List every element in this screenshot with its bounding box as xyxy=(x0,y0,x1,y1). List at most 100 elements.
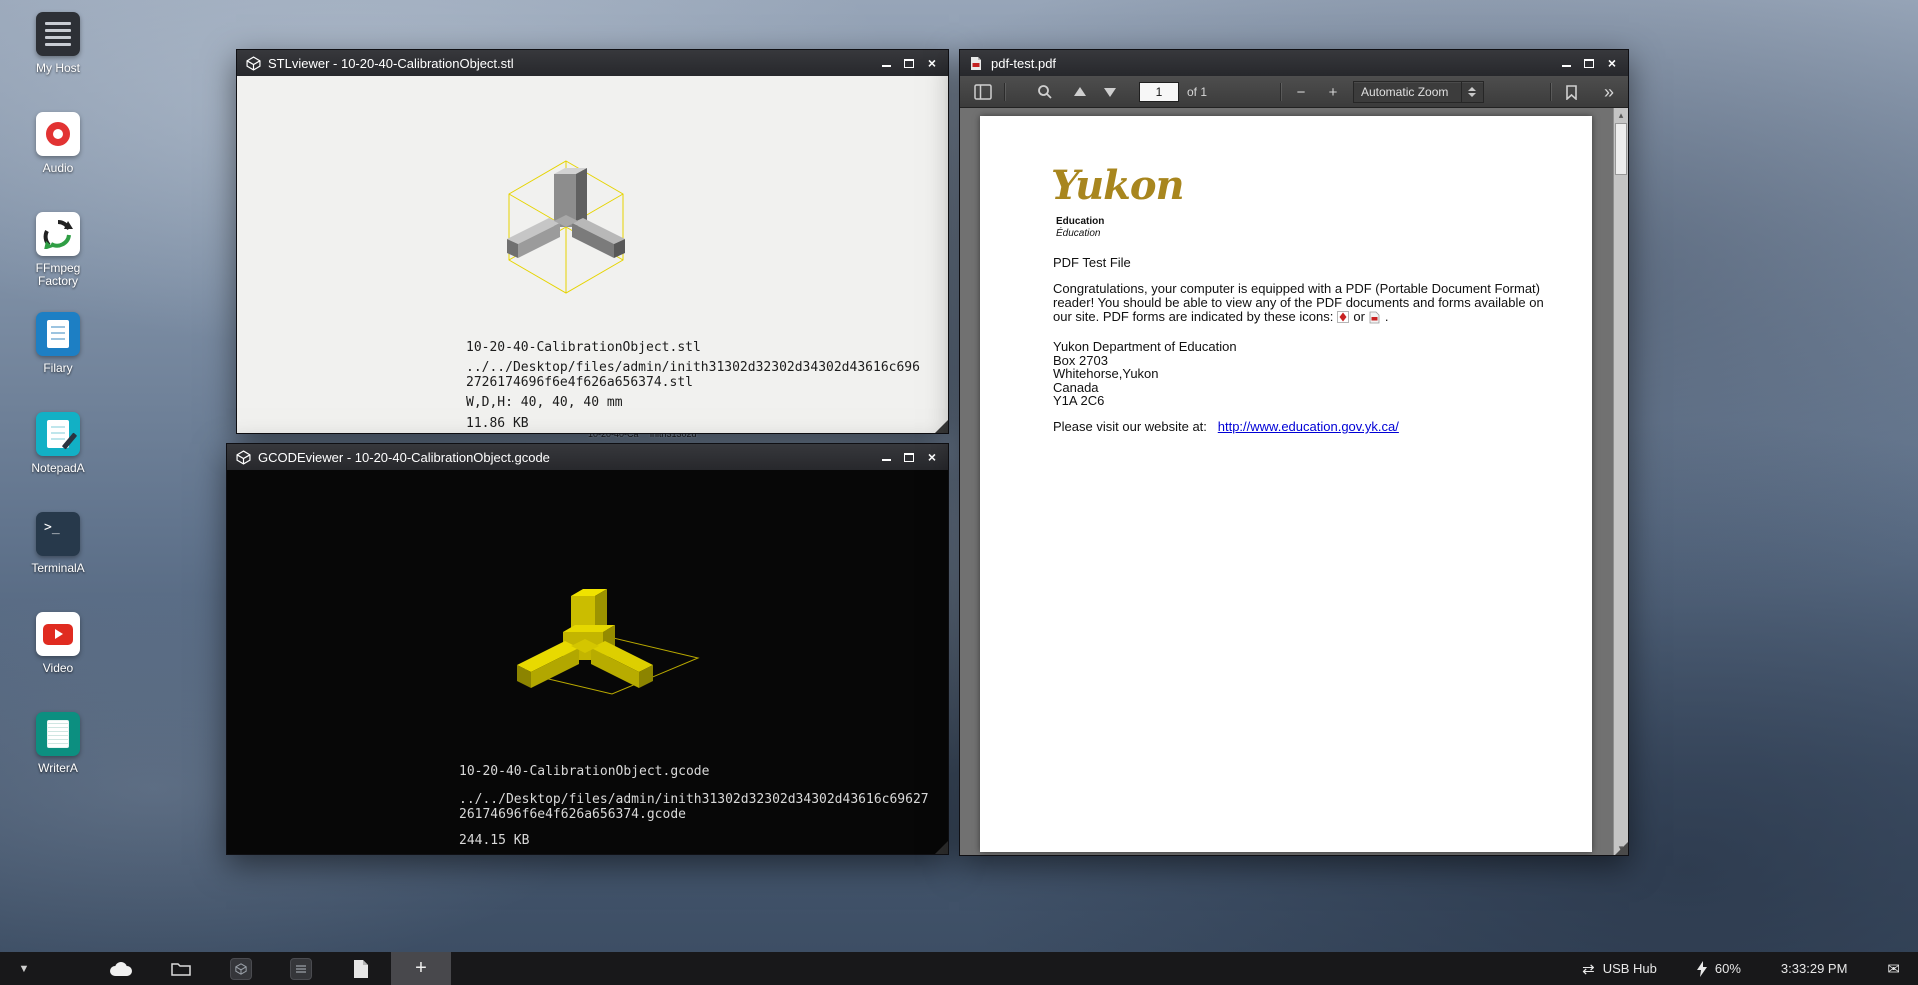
zoom-select-arrows-icon xyxy=(1461,82,1476,102)
pdf-content-area: Yukon Education Éducation PDF Test File … xyxy=(960,108,1628,855)
desktop-icon-my-host[interactable]: My Host xyxy=(12,12,104,112)
taskbar-add-button[interactable]: + xyxy=(391,952,451,985)
battery-percent: 60% xyxy=(1715,961,1741,976)
cloud-icon xyxy=(107,960,135,978)
pdf-page: Yukon Education Éducation PDF Test File … xyxy=(980,116,1592,852)
desktop-icon-label: Video xyxy=(43,662,73,675)
pdf-toolbar: of 1 − + Automatic Zoom » xyxy=(960,76,1628,108)
minimize-button[interactable] xyxy=(878,449,894,465)
desktop-icon-label: TerminalA xyxy=(31,562,84,575)
cube-icon xyxy=(235,963,247,975)
my-host-icon xyxy=(36,12,80,56)
zoom-out-button[interactable]: − xyxy=(1288,80,1314,104)
gcode-filename: 10-20-40-CalibrationObject.gcode xyxy=(459,764,709,779)
stl-3d-viewport[interactable] xyxy=(237,76,948,326)
gcode-3d-viewport[interactable] xyxy=(227,470,948,740)
desktop-icon-writera[interactable]: WriterA xyxy=(12,712,104,812)
stl-filepath-line1: ../../Desktop/files/admin/inith31302d323… xyxy=(466,360,920,375)
folder-icon xyxy=(171,961,191,977)
stl-filename: 10-20-40-CalibrationObject.stl xyxy=(466,340,701,355)
close-button[interactable]: × xyxy=(924,55,940,71)
doc-paragraph-line2: reader! You should be able to view any o… xyxy=(1053,296,1544,310)
gcode-titlebar[interactable]: GCODEviewer - 10-20-40-CalibrationObject… xyxy=(227,444,948,470)
website-link[interactable]: http://www.education.gov.yk.ca/ xyxy=(1218,419,1399,434)
website-line: Please visit our website at: http://www.… xyxy=(1053,420,1399,434)
desktop-icon-terminala[interactable]: >_ TerminalA xyxy=(12,512,104,612)
maximize-button[interactable] xyxy=(1581,55,1597,71)
layers-icon xyxy=(295,963,307,975)
maximize-button[interactable] xyxy=(901,55,917,71)
desktop-icon-label: Audio xyxy=(43,162,74,175)
taskbar-app-files[interactable] xyxy=(151,952,211,985)
mail-icon[interactable]: ✉ xyxy=(1887,960,1900,978)
desktop-icon-label: WriterA xyxy=(38,762,78,775)
next-page-button[interactable] xyxy=(1097,80,1123,104)
pdf-titlebar[interactable]: pdf-test.pdf × xyxy=(960,50,1628,76)
gcode-window-title: GCODEviewer - 10-20-40-CalibrationObject… xyxy=(258,450,878,465)
toolbar-more-button[interactable]: » xyxy=(1596,80,1622,104)
clock[interactable]: 3:33:29 PM xyxy=(1781,961,1848,976)
maximize-button[interactable] xyxy=(901,449,917,465)
taskbar-app-cloud[interactable] xyxy=(91,952,151,985)
doc-paragraph-line1: Congratulations, your computer is equipp… xyxy=(1053,282,1540,296)
cube-app-icon xyxy=(236,450,251,465)
taskbar: ▼ + ⇄ USB Hub 60% 3:33:29 PM xyxy=(0,952,1918,985)
desktop-icon-label: My Host xyxy=(36,62,80,75)
desktop: My Host Audio FFmpeg Factory Filary xyxy=(0,0,1918,985)
page-number-input[interactable] xyxy=(1139,82,1179,102)
scrollbar-thumb[interactable] xyxy=(1615,123,1627,175)
audio-icon xyxy=(36,112,80,156)
desktop-icon-video[interactable]: Video xyxy=(12,612,104,712)
stl-window-title: STLviewer - 10-20-40-CalibrationObject.s… xyxy=(268,56,878,71)
search-button[interactable] xyxy=(1032,80,1058,104)
resize-grip[interactable] xyxy=(935,841,948,854)
desktop-icon-audio[interactable]: Audio xyxy=(12,112,104,212)
gcode-filepath-line1: ../../Desktop/files/admin/inith31302d323… xyxy=(459,792,929,807)
bookmark-button[interactable] xyxy=(1558,80,1584,104)
desktop-icon-label: NotepadA xyxy=(31,462,84,475)
terminal-prompt-glyph: >_ xyxy=(44,520,60,535)
acrobat-icon xyxy=(1337,311,1349,323)
yukon-logo-subtitle-en: Education xyxy=(1056,216,1104,227)
minimize-button[interactable] xyxy=(878,55,894,71)
previous-page-button[interactable] xyxy=(1067,80,1093,104)
page-count-label: of 1 xyxy=(1187,85,1207,99)
close-button[interactable]: × xyxy=(924,449,940,465)
address-line: Yukon Department of Education xyxy=(1053,340,1237,354)
document-icon xyxy=(353,959,369,979)
zoom-select[interactable]: Automatic Zoom xyxy=(1353,81,1484,103)
terminal-icon: >_ xyxy=(36,512,80,556)
resize-grip[interactable] xyxy=(935,420,948,433)
battery-indicator[interactable]: 60% xyxy=(1697,961,1741,977)
pdf-window-title: pdf-test.pdf xyxy=(991,56,1558,71)
gcode-viewer-window: GCODEviewer - 10-20-40-CalibrationObject… xyxy=(226,443,949,855)
gcode-filepath-line2: 26174696f6e4f626a656374.gcode xyxy=(459,807,686,822)
usb-hub-indicator[interactable]: ⇄ USB Hub xyxy=(1582,960,1657,978)
sidebar-toggle-button[interactable] xyxy=(970,80,996,104)
doc-paragraph-line3: our site. PDF forms are indicated by the… xyxy=(1053,310,1389,324)
minimize-button[interactable] xyxy=(1558,55,1574,71)
stl-titlebar[interactable]: STLviewer - 10-20-40-CalibrationObject.s… xyxy=(237,50,948,76)
zoom-in-button[interactable]: + xyxy=(1320,80,1346,104)
gcode-content: 10-20-40-CalibrationObject.gcode ../../D… xyxy=(227,470,948,854)
resize-grip[interactable] xyxy=(1615,842,1628,855)
taskbar-chevron-button[interactable]: ▼ xyxy=(0,952,48,985)
filary-icon xyxy=(36,312,80,356)
desktop-icon-notepada[interactable]: NotepadA xyxy=(12,412,104,512)
close-button[interactable]: × xyxy=(1604,55,1620,71)
yukon-logo-subtitle-fr: Éducation xyxy=(1056,228,1100,239)
taskbar-app-pdfviewer[interactable] xyxy=(331,952,391,985)
scroll-up-icon[interactable]: ▴ xyxy=(1614,108,1628,122)
desktop-icon-label: FFmpeg Factory xyxy=(15,262,101,288)
address-line: Y1A 2C6 xyxy=(1053,394,1104,408)
stl-filesize: 11.86 KB xyxy=(466,416,529,431)
power-bolt-icon xyxy=(1697,961,1707,977)
desktop-icon-filary[interactable]: Filary xyxy=(12,312,104,412)
desktop-icon-label: Filary xyxy=(43,362,72,375)
vertical-scrollbar[interactable]: ▴ ▾ xyxy=(1613,108,1628,855)
yukon-logo: Yukon xyxy=(1051,162,1184,209)
taskbar-app-stlviewer[interactable] xyxy=(211,952,271,985)
address-line: Whitehorse,Yukon xyxy=(1053,367,1159,381)
taskbar-app-gcodeviewer[interactable] xyxy=(271,952,331,985)
desktop-icon-ffmpeg-factory[interactable]: FFmpeg Factory xyxy=(12,212,104,312)
